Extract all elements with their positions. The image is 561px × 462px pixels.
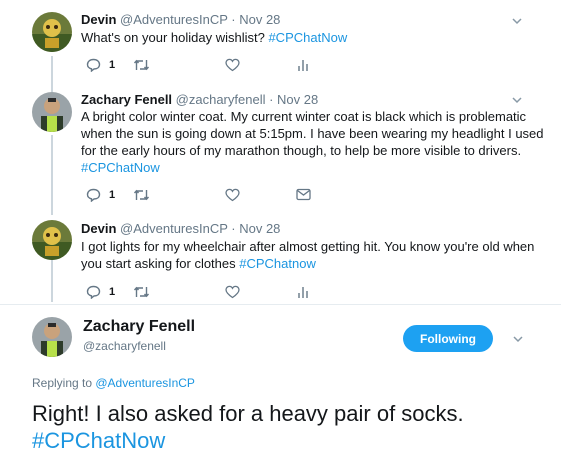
main-author-name[interactable]: Zachary Fenell (83, 318, 195, 336)
tweet[interactable]: Devin @AdventuresInCP · Nov 28 I got lig… (0, 208, 561, 304)
heart-icon (225, 188, 240, 202)
author-handle[interactable]: @AdventuresInCP (120, 12, 228, 27)
reply-button[interactable]: 1 (86, 58, 115, 72)
chevron-down-icon[interactable] (511, 15, 523, 27)
analytics-button[interactable] (297, 285, 309, 299)
timestamp[interactable]: Nov 28 (239, 221, 280, 236)
tweet-line: you start asking for clothes (81, 256, 240, 271)
reply-icon (86, 188, 101, 202)
main-tweet-line: Right! I also asked for a heavy pair of … (32, 401, 464, 426)
reply-count: 1 (109, 189, 116, 201)
author-name[interactable]: Zachary Fenell (81, 92, 172, 107)
separator: · (227, 12, 240, 27)
avatar[interactable] (32, 92, 72, 132)
chevron-down-icon[interactable] (511, 94, 523, 106)
reply-count: 1 (109, 286, 116, 298)
hashtag-link[interactable]: #CPChatnow (239, 256, 316, 271)
like-button[interactable] (225, 58, 240, 72)
action-bar: 1 (86, 188, 326, 204)
chevron-down-icon[interactable] (512, 333, 524, 345)
reply-icon (86, 285, 101, 299)
avatar[interactable] (32, 12, 72, 52)
envelope-icon (296, 188, 311, 201)
retweet-button[interactable] (133, 285, 150, 299)
tweet-text-content: What's on your holiday wishlist? (81, 30, 269, 45)
following-button[interactable]: Following (403, 325, 493, 352)
reply-button[interactable]: 1 (86, 285, 115, 299)
action-bar: 1 (86, 285, 326, 301)
heart-icon (225, 58, 240, 72)
author-name[interactable]: Devin (81, 12, 116, 27)
separator: · (265, 92, 278, 107)
hashtag-link[interactable]: #CPChatNow (32, 427, 552, 454)
tweet-text: What's on your holiday wishlist? #CPChat… (81, 29, 347, 46)
replying-handle-link[interactable]: @AdventuresInCP (95, 376, 195, 390)
timestamp[interactable]: Nov 28 (277, 92, 318, 107)
analytics-icon (298, 60, 308, 71)
avatar[interactable] (32, 220, 72, 260)
analytics-button[interactable] (297, 58, 309, 72)
tweet-line: A bright color winter coat. My current w… (81, 109, 527, 124)
tweet-line: I got lights for my wheelchair after alm… (81, 239, 535, 254)
like-button[interactable] (225, 285, 240, 299)
author-handle[interactable]: @zacharyfenell (176, 92, 266, 107)
retweet-icon (133, 59, 150, 71)
replying-prefix: Replying to (32, 376, 96, 390)
tweet-header: Devin @AdventuresInCP · Nov 28 (81, 221, 280, 236)
hashtag-link[interactable]: #CPChatNow (81, 159, 544, 176)
main-tweet-text: Right! I also asked for a heavy pair of … (32, 400, 552, 454)
hashtag-link[interactable]: #CPChatNow (268, 30, 347, 45)
retweet-button[interactable] (133, 58, 150, 72)
retweet-icon (133, 189, 150, 201)
action-bar: 1 (86, 58, 326, 74)
timestamp[interactable]: Nov 28 (239, 12, 280, 27)
tweet[interactable]: Zachary Fenell @zacharyfenell · Nov 28 A… (0, 82, 561, 208)
reply-icon (86, 58, 101, 72)
author-handle[interactable]: @AdventuresInCP (120, 221, 228, 236)
main-author-handle[interactable]: @zacharyfenell (83, 339, 166, 353)
analytics-icon (298, 287, 308, 298)
tweet-line: when the sun is going down at 5:15pm. I … (81, 126, 544, 141)
reply-count: 1 (109, 59, 116, 71)
tweet-text: I got lights for my wheelchair after alm… (81, 238, 534, 272)
reply-button[interactable]: 1 (86, 188, 115, 202)
tweet-header: Devin @AdventuresInCP · Nov 28 (81, 12, 280, 27)
tweet-header: Zachary Fenell @zacharyfenell · Nov 28 (81, 92, 318, 107)
heart-icon (225, 285, 240, 299)
tweet[interactable]: Devin @AdventuresInCP · Nov 28 What's on… (0, 0, 561, 82)
avatar[interactable] (32, 317, 72, 357)
author-name[interactable]: Devin (81, 221, 116, 236)
retweet-icon (133, 286, 150, 298)
retweet-button[interactable] (133, 188, 150, 202)
tweet-line: for the early hours of my marathon thoug… (81, 143, 522, 158)
separator: · (227, 221, 240, 236)
direct-message-button[interactable] (296, 188, 311, 201)
replying-to: Replying to @AdventuresInCP (32, 376, 195, 390)
like-button[interactable] (225, 188, 240, 202)
tweet-text: A bright color winter coat. My current w… (81, 108, 544, 176)
